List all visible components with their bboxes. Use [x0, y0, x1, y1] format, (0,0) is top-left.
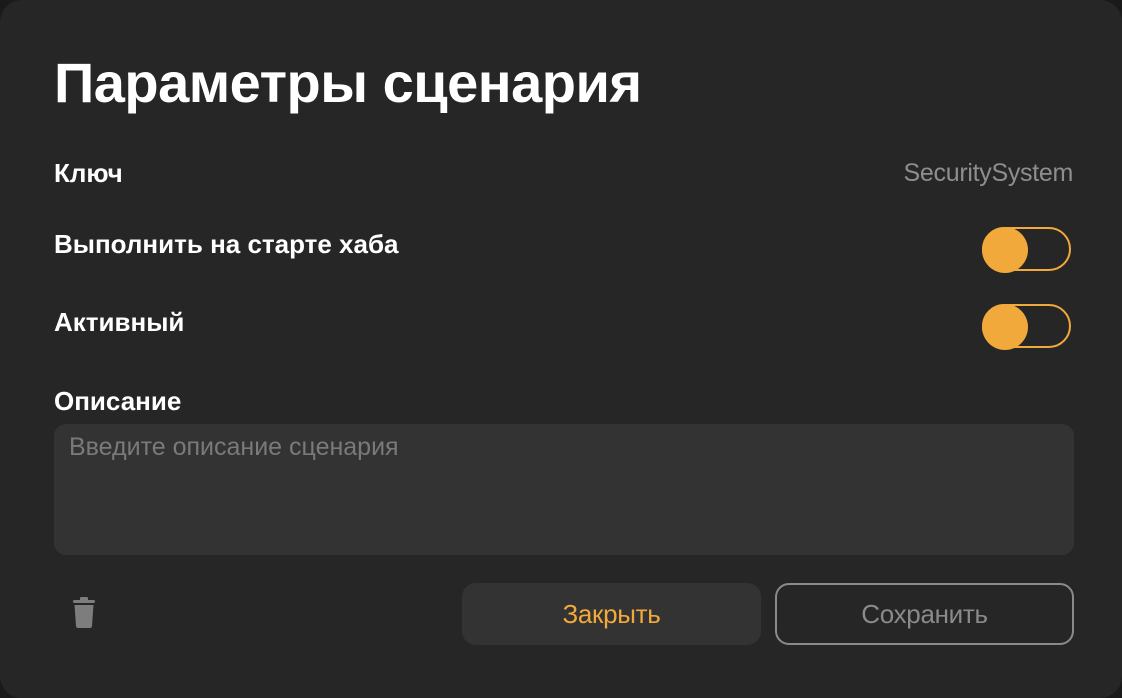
toggle-knob [982, 227, 1028, 273]
active-toggle[interactable] [982, 304, 1071, 350]
key-label: Ключ [54, 158, 123, 188]
save-button[interactable]: Сохранить [775, 583, 1074, 645]
scenario-settings-dialog: Параметры сценария Ключ SecuritySystem В… [0, 0, 1122, 698]
description-label: Описание [54, 386, 182, 416]
key-value: SecuritySystem [903, 159, 1074, 187]
description-input[interactable] [54, 424, 1074, 555]
dialog-title: Параметры сценария [54, 51, 642, 114]
active-label: Активный [54, 307, 185, 337]
toggle-knob [982, 304, 1028, 350]
close-button[interactable]: Закрыть [462, 583, 761, 645]
trash-icon[interactable] [70, 597, 98, 629]
run-on-hub-start-toggle[interactable] [982, 227, 1071, 273]
run-on-hub-start-label: Выполнить на старте хаба [54, 229, 399, 259]
